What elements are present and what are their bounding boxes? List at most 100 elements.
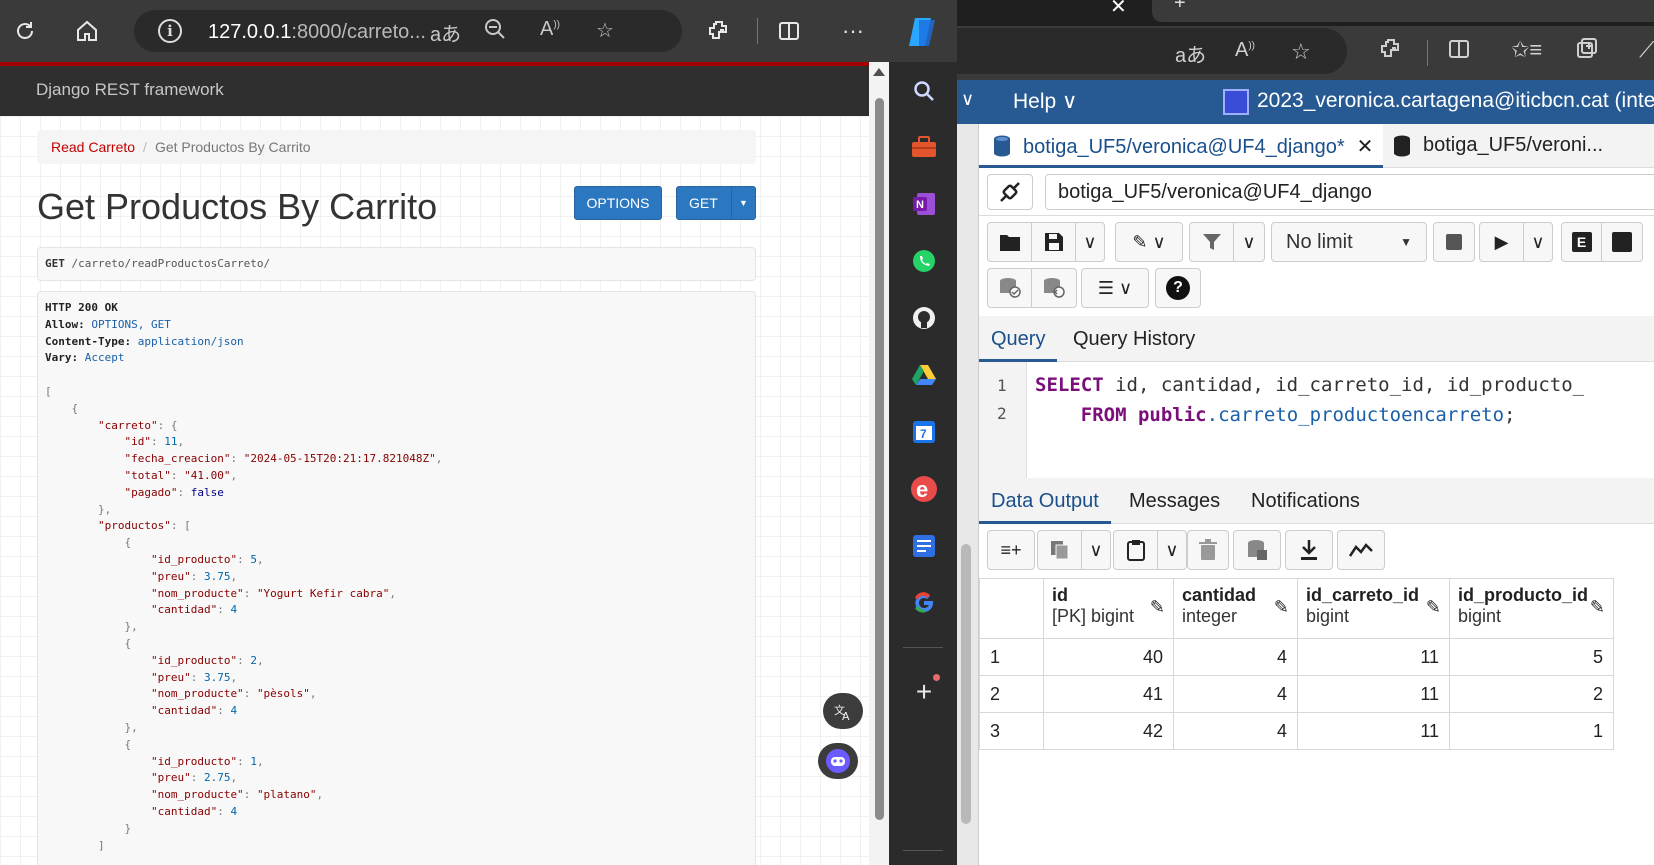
scroll-up-arrow-icon[interactable] [873,68,885,76]
row-number-header[interactable] [979,578,1044,639]
help-menu[interactable]: Help ∨ [1013,89,1077,114]
connection-select[interactable]: botiga_UF5/veronica@UF4_django [1045,174,1654,210]
table-row[interactable]: 3 42 4 11 1 [979,712,1614,750]
graph-visualiser-icon[interactable] [1338,531,1384,569]
edit-pencil-icon[interactable]: ✎ [1590,597,1605,618]
toolbox-icon[interactable] [909,132,939,162]
onenote-icon[interactable]: N [909,189,939,219]
cell-id[interactable]: 42 [1043,712,1174,750]
row-number[interactable]: 1 [979,638,1044,676]
execute-options-chevron-icon[interactable]: ∨ [1524,223,1552,261]
tab-data-output[interactable]: Data Output [979,478,1111,524]
whatsapp-icon[interactable] [909,246,939,276]
open-file-icon[interactable] [988,223,1032,261]
translate-icon[interactable]: 文A [823,693,863,729]
zoom-out-icon[interactable] [484,18,506,46]
help-question-icon[interactable]: ? [1156,269,1200,307]
connection-status-icon[interactable] [987,174,1033,210]
edit-pencil-icon[interactable]: ✎ [1426,597,1441,618]
more-menu-icon[interactable]: ··· [836,14,870,48]
browser-tab[interactable]: + [1152,0,1654,22]
cell-id-carreto-id[interactable]: 11 [1297,712,1450,750]
save-file-icon[interactable] [1032,223,1076,261]
page-scrollbar[interactable] [869,62,889,865]
cell-cantidad[interactable]: 4 [1173,675,1298,713]
read-aloud-icon[interactable]: A)) [1235,39,1255,62]
tab-query[interactable]: Query [979,316,1058,362]
tab-query-tool-2[interactable]: botiga_UF5/veroni... [1379,124,1613,168]
delete-trash-icon[interactable] [1188,531,1228,569]
table-row[interactable]: 1 40 4 11 5 [979,638,1614,676]
read-aloud-language-icon[interactable]: aあ [1175,39,1206,68]
tab-query-tool-active[interactable]: botiga_UF5/veronica@UF4_django* ✕ [979,124,1384,168]
column-header-id[interactable]: id [PK] bigint ✎ [1043,578,1174,639]
scrollbar-thumb[interactable] [875,98,884,820]
google-icon[interactable] [909,588,939,618]
get-button[interactable]: GET ▼ [676,186,756,220]
cell-cantidad[interactable]: 4 [1173,638,1298,676]
cell-id-producto-id[interactable]: 2 [1449,675,1614,713]
edit-pencil-icon[interactable]: ✎ ∨ [1116,223,1182,261]
read-aloud-icon[interactable]: A)) [540,18,560,41]
row-number[interactable]: 3 [979,712,1044,750]
tab-notifications[interactable]: Notifications [1239,478,1372,524]
scrollbar-thumb[interactable] [961,544,971,824]
collections-icon[interactable] [1575,37,1599,67]
paste-clipboard-icon[interactable] [1114,531,1158,569]
column-header-id-carreto-id[interactable]: id_carreto_id bigint ✎ [1297,578,1450,639]
cell-cantidad[interactable]: 4 [1173,712,1298,750]
save-data-icon[interactable] [1234,531,1280,569]
copilot-icon[interactable]: ⟋ [1639,37,1654,63]
table-row[interactable]: 2 41 4 11 2 [979,675,1614,713]
address-bar-right[interactable]: aあ A)) ☆ [957,28,1347,74]
macros-list-icon[interactable]: ☰ ∨ [1082,269,1148,307]
drive-icon[interactable] [909,360,939,390]
calendar-icon[interactable]: 7 [909,417,939,447]
explain-analyze-icon[interactable] [1602,223,1642,261]
favorite-star-icon[interactable]: ☆ [596,18,614,43]
commit-icon[interactable] [988,269,1032,307]
get-format-dropdown[interactable]: ▼ [731,187,755,219]
copilot-icon[interactable] [905,14,941,50]
column-header-id-producto-id[interactable]: id_producto_id bigint ✎ [1449,578,1614,639]
tab-query-history[interactable]: Query History [1061,316,1207,362]
extensions-icon[interactable] [702,14,736,48]
tab-messages[interactable]: Messages [1117,478,1232,524]
row-number[interactable]: 2 [979,675,1044,713]
cell-id-carreto-id[interactable]: 11 [1297,638,1450,676]
extensions-icon[interactable] [1379,37,1403,67]
column-header-cantidad[interactable]: cantidad integer ✎ [1173,578,1298,639]
close-tab-icon[interactable]: ✕ [1357,136,1374,158]
assistant-bot-icon[interactable] [818,743,858,779]
reload-icon[interactable] [8,14,42,48]
read-aloud-language-icon[interactable]: aあ [430,18,461,47]
download-icon[interactable] [1286,531,1332,569]
rollback-icon[interactable] [1032,269,1076,307]
filter-icon[interactable] [1190,223,1234,261]
edit-pencil-icon[interactable]: ✎ [1150,597,1165,618]
new-tab-icon[interactable]: + [1174,0,1186,15]
row-limit-select[interactable]: No limit ▼ [1271,222,1427,262]
breadcrumb-read-carreto[interactable]: Read Carreto [51,139,135,155]
home-icon[interactable] [70,14,104,48]
add-row-icon[interactable]: ≡+ [988,531,1034,569]
cell-id-producto-id[interactable]: 5 [1449,638,1614,676]
split-screen-icon[interactable] [1447,37,1471,67]
address-bar[interactable]: i 127.0.0.1:8000/carreto... aあ A)) ☆ [134,10,682,52]
drf-brand[interactable]: Django REST framework [36,80,224,100]
close-tab-icon[interactable]: ✕ [1110,0,1127,19]
add-icon[interactable]: + [909,676,939,707]
cell-id[interactable]: 40 [1043,638,1174,676]
favorites-icon[interactable]: ✩≡ [1511,37,1542,63]
split-screen-icon[interactable] [772,14,806,48]
e-icon[interactable]: e [909,474,939,504]
edit-pencil-icon[interactable]: ✎ [1274,597,1289,618]
user-account-menu[interactable]: 2023_veronica.cartagena@iticbcn.cat (int… [1257,89,1654,113]
github-icon[interactable] [909,303,939,333]
filter-chevron-icon[interactable]: ∨ [1234,223,1264,261]
paste-options-chevron-icon[interactable]: ∨ [1158,531,1186,569]
explain-icon[interactable]: E [1562,223,1602,261]
favorite-star-icon[interactable]: ☆ [1291,39,1311,65]
save-options-chevron-icon[interactable]: ∨ [1076,223,1104,261]
chevron-down-icon[interactable]: ∨ [961,89,974,110]
